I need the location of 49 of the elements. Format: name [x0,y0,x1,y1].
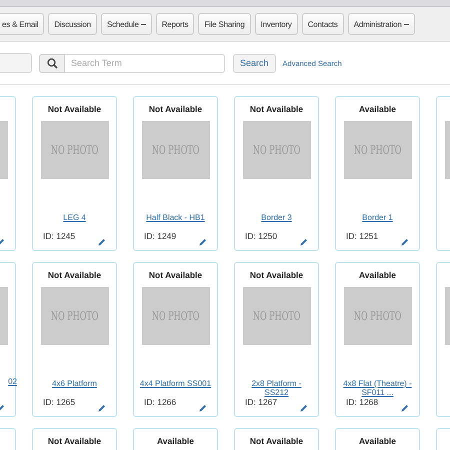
filter-field[interactable] [0,53,32,73]
item-id: ID: 1250 [245,231,278,241]
nav-button[interactable]: Administration [348,13,415,35]
nav-button[interactable]: Reports [156,13,194,35]
item-link[interactable]: Half Black - HB1 [142,213,209,231]
nav-button[interactable]: File Sharing [198,13,251,35]
pencil-icon[interactable] [98,404,106,412]
availability-label: Available [156,436,194,448]
nav-button[interactable]: Contacts [302,13,344,35]
nav-button[interactable]: es & Email [0,13,44,35]
item-id: ID: 1265 [43,397,76,407]
availability-label: Not Available [250,104,304,116]
pencil-icon[interactable] [199,404,207,412]
pencil-icon[interactable] [401,404,409,412]
item-link[interactable]: LEG 4 [59,213,90,231]
search-icon [39,54,65,72]
item-link[interactable]: 4x8 Flat (Theatre) - SF011 ... [336,379,419,397]
item-link[interactable]: Border 1 [358,213,397,231]
availability-label: Not Available [250,436,304,448]
pencil-icon[interactable] [300,404,308,412]
nav-button[interactable]: Inventory [254,13,298,35]
item-link[interactable]: 4x6 Platform [48,379,101,397]
pencil-icon[interactable] [300,238,308,246]
availability-label: Available [358,436,396,448]
availability-label: Not Available [148,270,202,282]
availability-label: Available [358,270,396,282]
item-id: ID: 1266 [144,397,176,407]
item-id: ID: 1268 [346,397,378,407]
search-button[interactable]: Search [233,54,276,72]
pencil-icon[interactable] [98,238,106,246]
availability-label: Not Available [48,436,102,448]
availability-label: Not Available [148,104,202,116]
availability-label: Not Available [48,104,102,116]
item-link[interactable]: 4x4 Platform SS001 [136,379,216,397]
availability-label: Not Available [250,270,304,282]
item-id: ID: 1251 [346,231,378,241]
item-id: ID: 1249 [144,231,176,241]
nav-button[interactable]: Schedule [100,13,152,35]
pencil-icon[interactable] [199,238,207,246]
item-link[interactable]: Border 3 [257,213,296,231]
availability-label: Available [358,104,396,116]
item-id: ID: 1267 [245,397,278,407]
item-id: ID: 1245 [43,231,76,241]
availability-label: Not Available [48,270,102,282]
nav-button[interactable]: Discussion [48,13,97,35]
pencil-icon[interactable] [401,238,409,246]
search-field[interactable]: Search Term [65,54,225,72]
item-link[interactable]: 02 [8,377,17,386]
item-link[interactable]: 2x8 Platform - SS212 [235,379,318,397]
